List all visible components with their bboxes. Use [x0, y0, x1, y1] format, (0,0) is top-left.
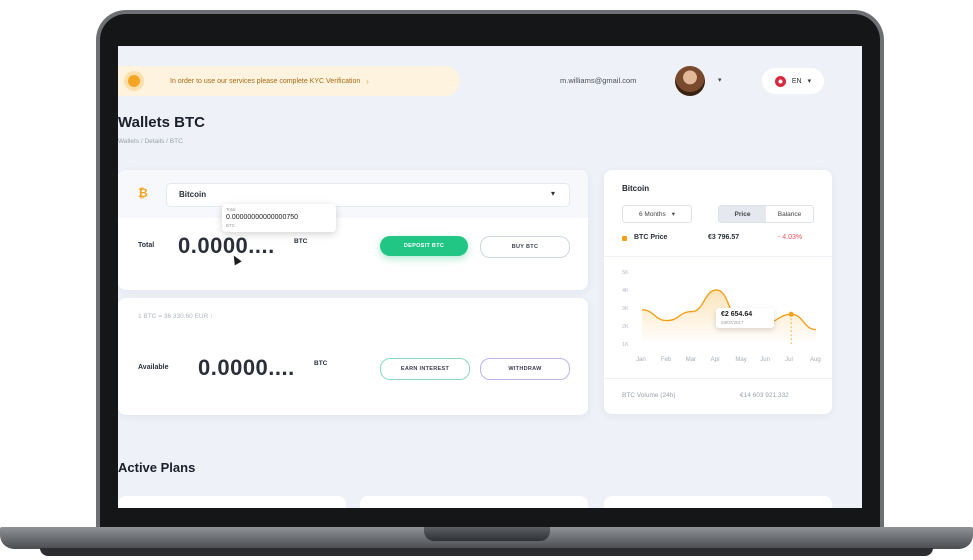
toggle-price[interactable]: Price [719, 206, 766, 222]
available-unit: BTC [314, 360, 328, 367]
price-value: €3 796.57 [708, 234, 740, 241]
laptop-base-shadow [40, 548, 933, 556]
avatar[interactable] [675, 66, 705, 96]
chevron-down-icon: ▾ [807, 78, 812, 85]
available-value: 0.0000.... [198, 355, 295, 380]
tooltip-label: Total [226, 207, 236, 212]
legend-marker [622, 236, 627, 241]
active-plans-title: Active Plans [118, 460, 196, 475]
buy-button[interactable]: BUY BTC [480, 236, 570, 258]
price-balance-toggle: Price Balance [718, 205, 814, 223]
plan-card[interactable] [118, 496, 346, 508]
divider [604, 378, 832, 379]
coin-row: ₿ Bitcoin ▾ [118, 170, 588, 218]
divider [604, 256, 832, 257]
chevron-down-icon: ▾ [671, 211, 675, 218]
x-tick: Jul [785, 357, 793, 363]
plan-card[interactable] [604, 496, 832, 508]
x-tick: Feb [660, 357, 672, 363]
language-label: EN [791, 77, 802, 85]
price-change: - 4.03% [778, 234, 803, 241]
tooltip-unit: BTC [226, 223, 235, 228]
chart-tooltip-date: 03/07/2017 [721, 320, 744, 325]
kyc-banner[interactable]: In order to use our services please comp… [118, 66, 460, 96]
total-value[interactable]: 0.0000.... [178, 233, 275, 259]
exchange-rate: 1 BTC = 36 330.60 EUR ↑ [138, 313, 214, 320]
deposit-button[interactable]: DEPOSIT BTC [380, 236, 468, 256]
period-value: 6 Months [638, 210, 666, 218]
price-name: BTC Price [634, 234, 668, 241]
volume-value: €14 603 921.332 [740, 392, 789, 399]
chevron-right-icon: › [366, 76, 369, 86]
volume-label: BTC Volume (24h) [622, 392, 676, 399]
bitcoin-icon: ₿ [138, 186, 148, 200]
hover-point[interactable] [788, 311, 794, 317]
panel-title: Bitcoin [622, 184, 650, 193]
laptop-notch [424, 527, 550, 541]
wallet-total-card: ₿ Bitcoin ▾ Total 0.0000.... BTC DEPOSIT… [118, 170, 588, 290]
available-label: Available [138, 364, 169, 371]
language-selector[interactable]: EN ▾ [762, 68, 824, 94]
total-label: Total [138, 242, 155, 249]
page-title: Wallets BTC [118, 114, 205, 131]
x-tick: Jun [760, 357, 770, 363]
app-screen: In order to use our services please comp… [118, 46, 862, 508]
earn-interest-button[interactable]: EARN INTEREST [380, 358, 470, 380]
flag-icon [774, 75, 786, 87]
plan-card[interactable] [360, 496, 588, 508]
kyc-text: In order to use our services please comp… [170, 77, 361, 85]
chart-tooltip: €2 654.64 03/07/2017 [716, 308, 774, 328]
chevron-down-icon: ▾ [550, 189, 555, 198]
x-tick: Apr [710, 357, 720, 363]
toggle-balance[interactable]: Balance [766, 206, 813, 222]
user-email: m.williams@gmail.com [560, 76, 637, 85]
bitcoin-chart-panel: Bitcoin 6 Months ▾ Price Balance BTC Pri… [604, 170, 832, 414]
chevron-down-icon[interactable]: ▾ [718, 76, 722, 84]
period-select[interactable]: 6 Months ▾ [622, 205, 692, 223]
coin-select-value: Bitcoin [179, 190, 207, 199]
withdraw-button[interactable]: WITHDRAW [480, 358, 570, 380]
total-unit: BTC [294, 238, 308, 245]
warning-icon [128, 75, 140, 87]
x-tick: Mar [685, 357, 697, 363]
wallet-available-card: 1 BTC = 36 330.60 EUR ↑ Available 0.0000… [118, 298, 588, 415]
x-tick: Jan [636, 357, 646, 363]
chart-tooltip-value: €2 654.64 [721, 311, 753, 318]
tooltip-value: 0.00000000000000750 [226, 214, 299, 221]
breadcrumb[interactable]: Wallets / Details / BTC [118, 138, 183, 145]
x-tick: May [735, 357, 747, 363]
total-tooltip: Total 0.00000000000000750 BTC [222, 204, 336, 232]
x-tick: Aug [810, 357, 821, 363]
